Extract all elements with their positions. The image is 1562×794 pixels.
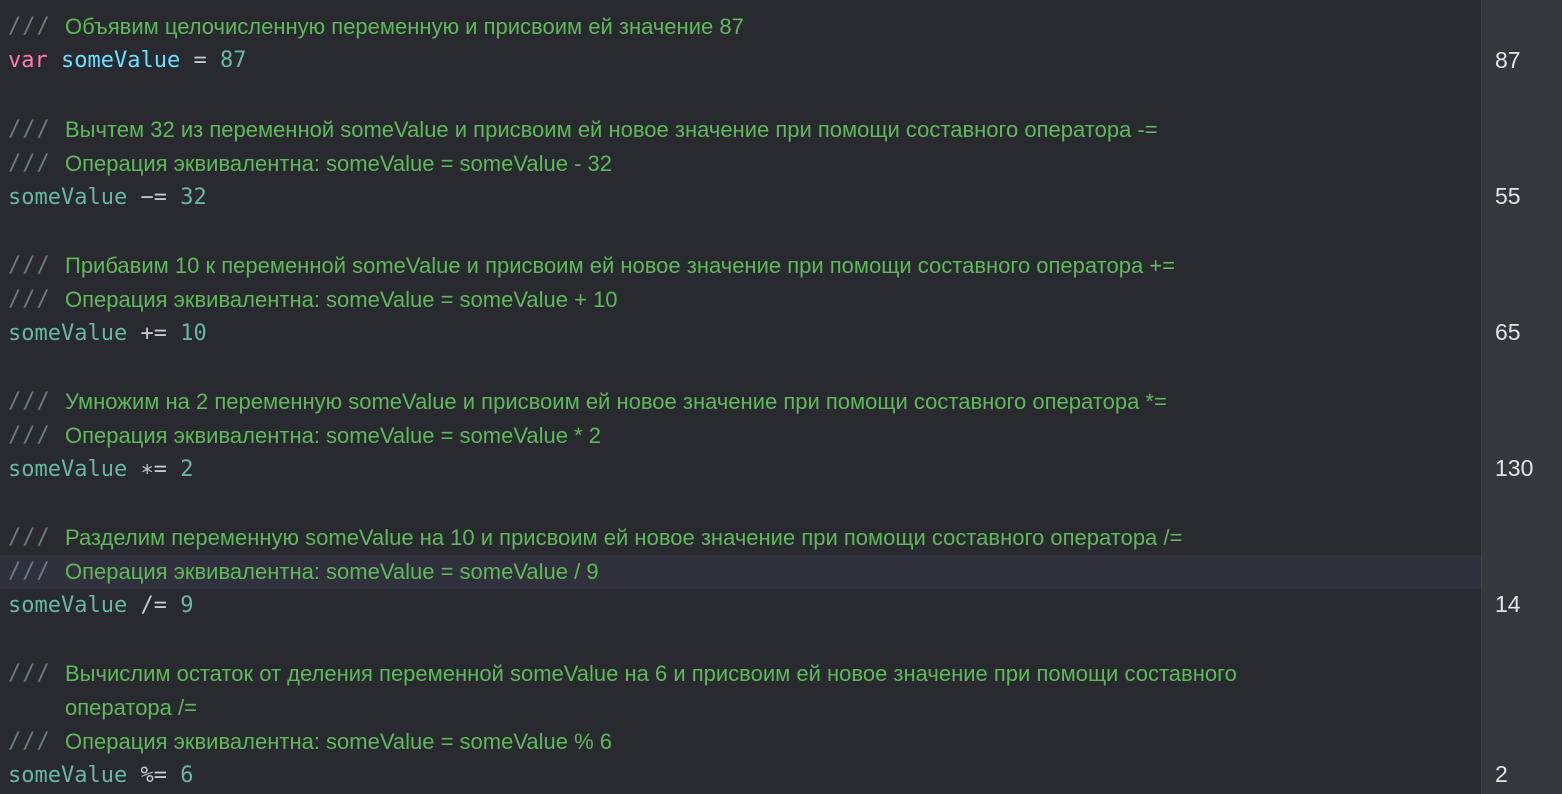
code-statement: someValue ∗= 2	[8, 453, 193, 487]
comment-prefix: ///	[8, 423, 51, 448]
comment-line-continuation: оператора /=	[0, 691, 1481, 725]
comment-text: Операция эквивалентна: someValue = someV…	[65, 423, 602, 448]
comment-line: /// Операция эквивалентна: someValue = s…	[0, 725, 1481, 759]
result-value[interactable]: 55	[1495, 179, 1521, 213]
comment-text: Операция эквивалентна: someValue = someV…	[65, 729, 613, 754]
code-line[interactable]: someValue ∗= 2	[0, 453, 1481, 487]
comment-line: /// Умножим на 2 переменную someValue и …	[0, 385, 1481, 419]
comment-line: /// Операция эквивалентна: someValue = s…	[0, 419, 1481, 453]
number-literal: 87	[219, 48, 247, 73]
code-statement: var someValue = 87	[8, 44, 246, 78]
comment-text: Объявим целочисленную переменную и присв…	[65, 14, 744, 39]
result-value[interactable]: 2	[1495, 757, 1508, 791]
results-sidebar	[1481, 0, 1562, 794]
result-value[interactable]: 14	[1495, 587, 1521, 621]
comment-text: Умножим на 2 переменную someValue и прис…	[65, 389, 1167, 414]
variable-name: someValue	[8, 457, 128, 482]
comment-line: /// Объявим целочисленную переменную и п…	[0, 10, 1481, 44]
operator: +=	[140, 321, 167, 346]
variable-name: someValue	[8, 185, 128, 210]
result-value[interactable]: 65	[1495, 315, 1521, 349]
comment-line: /// Вычтем 32 из переменной someValue и …	[0, 113, 1481, 147]
code-line[interactable]: var someValue = 87	[0, 44, 1481, 78]
comment-line: /// Вычислим остаток от деления переменн…	[0, 657, 1481, 691]
current-line-highlight: /// Операция эквивалентна: someValue = s…	[0, 555, 1481, 589]
code-editor[interactable]: /// Объявим целочисленную переменную и п…	[0, 0, 1481, 794]
comment-line: /// Разделим переменную someValue на 10 …	[0, 521, 1481, 555]
comment-prefix: ///	[8, 151, 51, 176]
code-line[interactable]: someValue /= 9	[0, 589, 1481, 623]
comment-text: Операция эквивалентна: someValue = someV…	[65, 287, 618, 312]
code-statement: someValue −= 32	[8, 181, 207, 215]
operator: =	[193, 48, 207, 73]
operator: /=	[140, 593, 167, 618]
comment-prefix: ///	[8, 389, 51, 414]
comment-line: /// Операция эквивалентна: someValue = s…	[0, 283, 1481, 317]
variable-name: someValue	[61, 48, 181, 73]
code-line[interactable]: someValue += 10	[0, 317, 1481, 351]
comment-prefix: ///	[8, 661, 51, 686]
number-literal: 32	[180, 185, 207, 210]
comment-prefix: ///	[8, 525, 51, 550]
variable-name: someValue	[8, 763, 128, 788]
code-statement: someValue %= 6	[8, 759, 193, 793]
code-statement: someValue += 10	[8, 317, 207, 351]
operator: ∗=	[140, 457, 167, 482]
operator: %=	[140, 763, 167, 788]
number-literal: 9	[180, 593, 194, 618]
number-literal: 6	[180, 763, 194, 788]
variable-name: someValue	[8, 321, 128, 346]
comment-prefix: ///	[8, 559, 51, 584]
comment-prefix: ///	[8, 253, 51, 278]
comment-text: Вычтем 32 из переменной someValue и прис…	[65, 117, 1158, 142]
comment-prefix: ///	[8, 117, 51, 142]
comment-text: Разделим переменную someValue на 10 и пр…	[65, 525, 1183, 550]
comment-text: Операция эквивалентна: someValue = someV…	[65, 151, 613, 176]
number-literal: 2	[180, 457, 194, 482]
code-statement: someValue /= 9	[8, 589, 193, 623]
comment-text: Операция эквивалентна: someValue = someV…	[65, 559, 599, 584]
number-literal: 10	[180, 321, 207, 346]
comment-line: /// Операция эквивалентна: someValue = s…	[0, 147, 1481, 181]
comment-text: оператора /=	[65, 695, 197, 720]
comment-prefix: ///	[8, 729, 51, 754]
comment-text: Вычислим остаток от деления переменной s…	[65, 661, 1237, 686]
code-line[interactable]: someValue %= 6	[0, 759, 1481, 793]
comment-prefix: ///	[8, 287, 51, 312]
comment-line: /// Прибавим 10 к переменной someValue и…	[0, 249, 1481, 283]
result-value[interactable]: 130	[1495, 451, 1533, 485]
comment-text: Прибавим 10 к переменной someValue и при…	[65, 253, 1176, 278]
variable-name: someValue	[8, 593, 128, 618]
operator: −=	[140, 185, 167, 210]
keyword: var	[8, 48, 48, 73]
comment-prefix: ///	[8, 14, 51, 39]
result-value[interactable]: 87	[1495, 43, 1521, 77]
code-line[interactable]: someValue −= 32	[0, 181, 1481, 215]
